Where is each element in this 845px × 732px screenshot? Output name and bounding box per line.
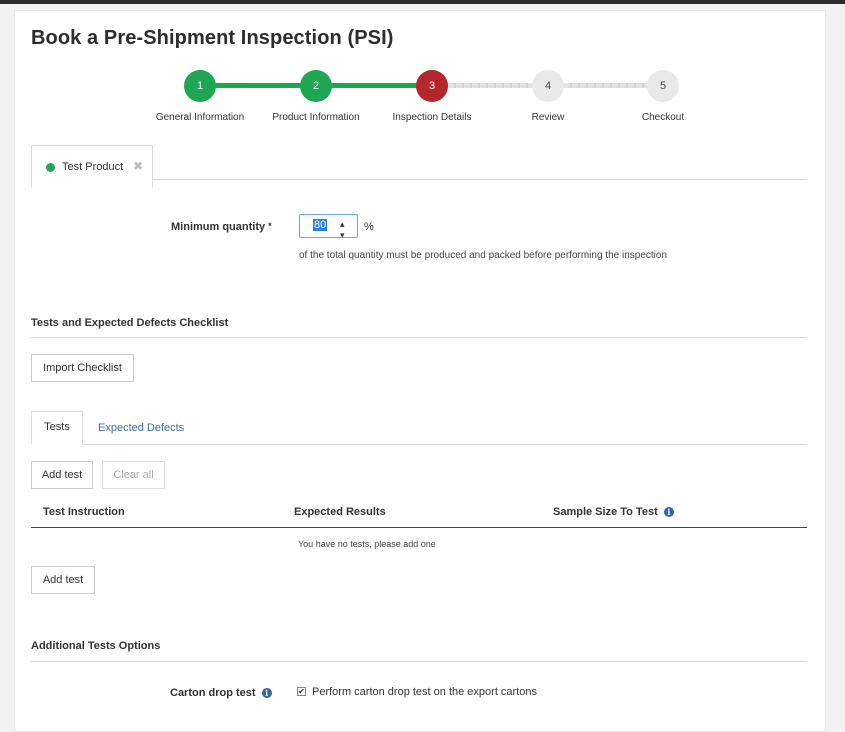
additional-tests-title: Additional Tests Options [31,640,161,652]
step-4-circle: 4 [532,70,564,102]
checkmark-icon: ✔ [298,687,305,696]
status-dot-icon [46,163,55,172]
checklist-section-title: Tests and Expected Defects Checklist [31,317,229,329]
carton-drop-option-label[interactable]: Perform carton drop test on the export c… [312,686,537,698]
minimum-quantity-value: 80 [313,219,328,231]
step-1-label: General Information [155,112,245,123]
step-3-label: Inspection Details [392,112,472,123]
carton-drop-label: Carton drop test i [170,687,272,699]
tab-expected-defects[interactable]: Expected Defects [98,422,184,434]
stepper-connector-1 [200,83,316,88]
step-3-circle[interactable]: 3 [416,70,448,102]
checklist-divider [31,337,807,338]
table-header-divider [31,527,807,528]
page-title: Book a Pre-Shipment Inspection (PSI) [31,27,394,49]
add-test-button[interactable]: Add test [31,461,93,489]
empty-tests-message: You have no tests, please add one [298,539,436,549]
number-spinner-icon[interactable]: ▴ ▾ [340,219,345,241]
top-bar [0,0,845,4]
step-2-circle[interactable]: 2 [300,70,332,102]
close-icon[interactable]: ✖ [133,159,143,173]
step-5-label: Checkout [641,112,685,123]
step-2-label: Product Information [272,112,360,123]
info-icon[interactable]: i [663,507,674,518]
step-5-circle: 5 [647,70,679,102]
tabs-divider [83,444,807,445]
clear-all-button[interactable]: Clear all [102,461,165,489]
additional-tests-divider [31,661,807,662]
add-test-button-bottom[interactable]: Add test [31,566,95,594]
percent-unit: % [364,221,374,233]
product-tab[interactable]: Test Product ✖ [31,145,153,188]
booking-form-card: Book a Pre-Shipment Inspection (PSI) 1 2… [14,10,826,732]
product-tab-label: Test Product [62,161,124,173]
column-header-sample-size: Sample Size To Test i [553,506,674,518]
column-header-test-instruction: Test Instruction [43,506,125,518]
product-tabs-divider [153,179,807,180]
import-checklist-button[interactable]: Import Checklist [31,354,134,382]
required-marker: * [268,221,272,231]
tab-tests[interactable]: Tests [31,411,83,445]
info-icon[interactable]: i [261,688,272,699]
step-4-label: Review [531,112,565,123]
minimum-quantity-help: of the total quantity must be produced a… [299,250,668,261]
minimum-quantity-label: Minimum quantity * [171,221,272,233]
column-header-expected-results: Expected Results [294,506,386,518]
carton-drop-checkbox[interactable]: ✔ [297,687,306,696]
stepper-connector-2 [316,83,432,88]
stepper-connector-3 [432,83,548,88]
minimum-quantity-input[interactable]: 80 ▴ ▾ [299,214,358,241]
step-1-circle[interactable]: 1 [184,70,216,102]
